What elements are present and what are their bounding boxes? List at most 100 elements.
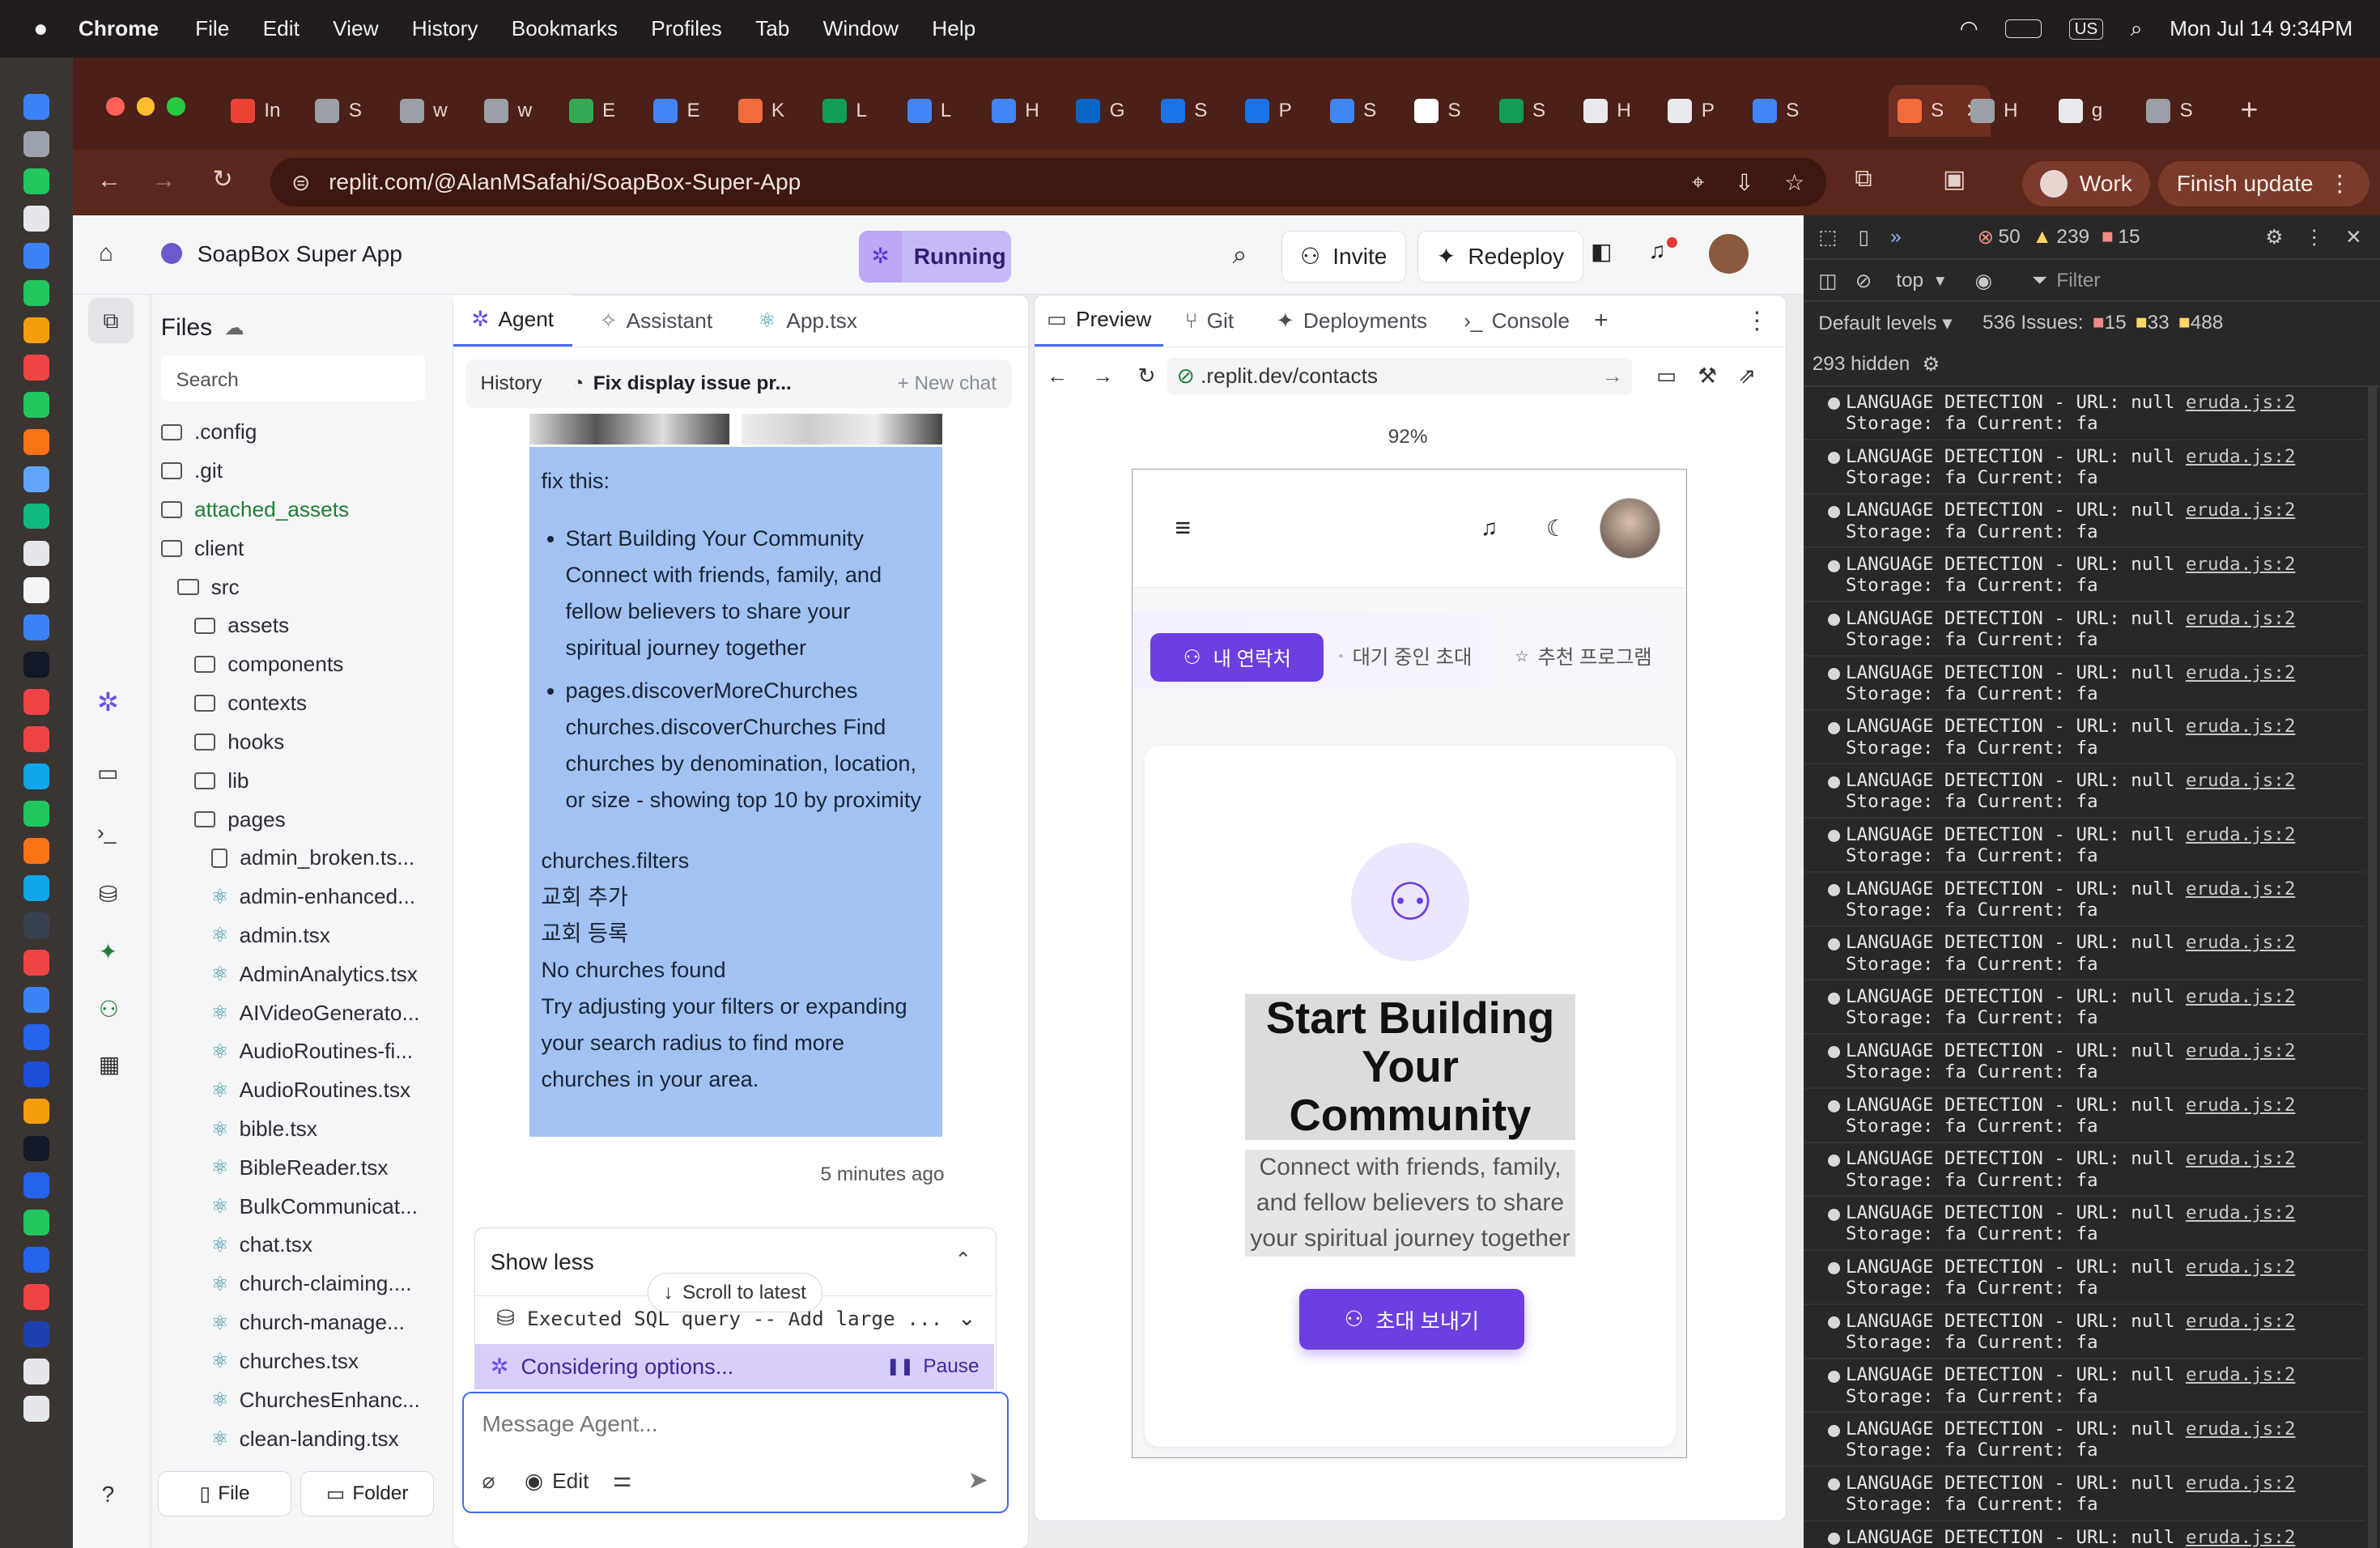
- log-source-link[interactable]: eruda.js:2: [2186, 1257, 2295, 1278]
- devtools-scrollbar[interactable]: [2368, 385, 2378, 1548]
- dock-app-icon[interactable]: [23, 763, 49, 789]
- menu-item[interactable]: Edit: [263, 16, 300, 41]
- input-language[interactable]: US: [2068, 18, 2103, 40]
- dock-app-icon[interactable]: [23, 1321, 49, 1348]
- dock-app-icon[interactable]: [23, 1061, 49, 1087]
- log-source-link[interactable]: eruda.js:2: [2186, 608, 2295, 629]
- device-icon[interactable]: ▭: [1656, 364, 1677, 389]
- console-log-entry[interactable]: LANGUAGE DETECTION - URL: null eruda.js:…: [1846, 662, 2295, 705]
- wifi-icon[interactable]: ◠: [1960, 16, 1978, 41]
- dock-app-icon[interactable]: [23, 1172, 49, 1199]
- new-file-button[interactable]: ▯ File: [158, 1470, 291, 1517]
- dock-app-icon[interactable]: [23, 466, 49, 492]
- device-toolbar-icon[interactable]: ▯: [1859, 225, 1869, 249]
- browser-tab[interactable]: In: [231, 91, 281, 131]
- chat-title[interactable]: Fix display issue pr...: [593, 372, 792, 395]
- zoom-window-button[interactable]: [167, 97, 185, 116]
- browser-tab[interactable]: S: [1752, 91, 1799, 131]
- inspect-icon[interactable]: ⬚: [1818, 225, 1837, 249]
- console-log-entry[interactable]: LANGUAGE DETECTION - URL: null eruda.js:…: [1846, 1202, 2295, 1245]
- log-source-link[interactable]: eruda.js:2: [2186, 932, 2295, 953]
- files-icon[interactable]: ⧉: [87, 297, 134, 343]
- dock-app-icon[interactable]: [23, 949, 49, 976]
- forward-icon[interactable]: →: [152, 167, 176, 194]
- browser-tab[interactable]: G: [1076, 91, 1125, 131]
- menu-item[interactable]: View: [333, 16, 378, 41]
- console-log-entry[interactable]: LANGUAGE DETECTION - URL: null eruda.js:…: [1846, 1473, 2295, 1516]
- log-source-link[interactable]: eruda.js:2: [2186, 716, 2295, 737]
- browser-tab[interactable]: L: [907, 91, 951, 131]
- console-log-entry[interactable]: LANGUAGE DETECTION - URL: null eruda.js:…: [1846, 1527, 2295, 1548]
- tab-console[interactable]: ›_ Console: [1448, 295, 1584, 347]
- dock-app-icon[interactable]: [23, 131, 49, 158]
- console-filter-input[interactable]: ⏷ Filter: [2022, 264, 2109, 297]
- log-source-link[interactable]: eruda.js:2: [2186, 770, 2295, 791]
- warning-count[interactable]: 239: [2056, 226, 2089, 249]
- console-log-entry[interactable]: LANGUAGE DETECTION - URL: null eruda.js:…: [1846, 1040, 2295, 1083]
- battery-icon[interactable]: [2005, 19, 2042, 38]
- menu-item[interactable]: Profiles: [651, 16, 722, 41]
- pause-button[interactable]: Pause: [923, 1355, 979, 1378]
- log-source-link[interactable]: eruda.js:2: [2186, 392, 2295, 413]
- project-title[interactable]: SoapBox Super App: [198, 241, 402, 267]
- dock-app-icon[interactable]: [23, 317, 49, 343]
- browser-tab[interactable]: S: [1329, 91, 1376, 131]
- browser-tab[interactable]: L: [822, 91, 867, 131]
- more-vert-icon[interactable]: ⋮: [2304, 225, 2323, 249]
- menu-item[interactable]: Help: [932, 16, 975, 41]
- console-settings-icon[interactable]: ⚙: [1922, 352, 1940, 376]
- dock-app-icon[interactable]: [23, 1359, 49, 1384]
- database-icon[interactable]: ⛁: [99, 881, 118, 908]
- dock-app-icon[interactable]: [23, 243, 49, 269]
- close-devtools-icon[interactable]: ✕: [2345, 225, 2361, 249]
- tab-agent[interactable]: ✲ Agent: [453, 295, 572, 347]
- sidebar-toggle-icon[interactable]: ◫: [1818, 269, 1837, 293]
- browser-tab[interactable]: P: [1245, 91, 1292, 131]
- tab-assistant[interactable]: ✧ Assistant: [572, 295, 740, 347]
- browser-tab[interactable]: S: [1498, 91, 1545, 131]
- user-avatar[interactable]: [1709, 233, 1749, 274]
- console-log-entry[interactable]: LANGUAGE DETECTION - URL: null eruda.js:…: [1846, 1095, 2295, 1138]
- browser-tab[interactable]: S: [315, 91, 362, 131]
- profile-avatar[interactable]: [1600, 497, 1661, 559]
- browser-tab[interactable]: K: [737, 91, 784, 131]
- browser-tab[interactable]: H: [1583, 91, 1631, 131]
- devtools-icon[interactable]: ⚒: [1698, 364, 1717, 389]
- browser-tab[interactable]: S: [1414, 91, 1461, 131]
- image-thumbnail[interactable]: [529, 414, 729, 444]
- file-search-input[interactable]: Search: [160, 355, 425, 401]
- console-log-entry[interactable]: LANGUAGE DETECTION - URL: null eruda.js:…: [1846, 1148, 2295, 1191]
- send-icon[interactable]: ➤: [968, 1466, 988, 1495]
- search-icon[interactable]: ⌕: [2131, 16, 2143, 42]
- console-log-entry[interactable]: LANGUAGE DETECTION - URL: null eruda.js:…: [1846, 446, 2295, 489]
- dock-app-icon[interactable]: [23, 94, 49, 121]
- install-icon[interactable]: ⇩: [1735, 169, 1754, 196]
- hamburger-menu-icon[interactable]: ≡: [1175, 512, 1191, 544]
- redeploy-button[interactable]: ✦ Redeploy: [1417, 231, 1583, 283]
- log-source-link[interactable]: eruda.js:2: [2186, 1473, 2295, 1494]
- show-less-button[interactable]: Show less: [491, 1249, 594, 1275]
- dock-app-icon[interactable]: [23, 986, 49, 1013]
- invite-button[interactable]: ⚇ Invite: [1281, 231, 1406, 283]
- new-tab-button[interactable]: +: [2241, 92, 2259, 127]
- menu-item[interactable]: File: [195, 16, 229, 41]
- dock-app-icon[interactable]: [23, 1396, 49, 1422]
- error-count[interactable]: 50: [1999, 226, 2021, 249]
- notifications-icon[interactable]: ♫: [1648, 238, 1665, 264]
- console-log-entry[interactable]: LANGUAGE DETECTION - URL: null eruda.js:…: [1846, 878, 2295, 921]
- log-source-link[interactable]: eruda.js:2: [2186, 1527, 2295, 1548]
- site-info-icon[interactable]: ⊜: [291, 169, 311, 196]
- console-log-entry[interactable]: LANGUAGE DETECTION - URL: null eruda.js:…: [1846, 554, 2295, 597]
- extensions-icon[interactable]: ⧉: [1855, 165, 1872, 193]
- dock-app-icon[interactable]: [23, 838, 49, 864]
- log-source-link[interactable]: eruda.js:2: [2186, 824, 2295, 845]
- console-log-entry[interactable]: LANGUAGE DETECTION - URL: null eruda.js:…: [1846, 716, 2295, 759]
- history-button[interactable]: History: [481, 372, 542, 395]
- clock[interactable]: Mon Jul 14 9:34PM: [2170, 16, 2352, 41]
- console-log-entry[interactable]: LANGUAGE DETECTION - URL: null eruda.js:…: [1846, 1418, 2295, 1461]
- menu-item[interactable]: History: [412, 16, 478, 41]
- menu-item[interactable]: Window: [823, 16, 899, 41]
- dock-app-icon[interactable]: [23, 577, 49, 604]
- location-icon[interactable]: ⌖: [1692, 169, 1705, 196]
- dock-app-icon[interactable]: [23, 428, 49, 455]
